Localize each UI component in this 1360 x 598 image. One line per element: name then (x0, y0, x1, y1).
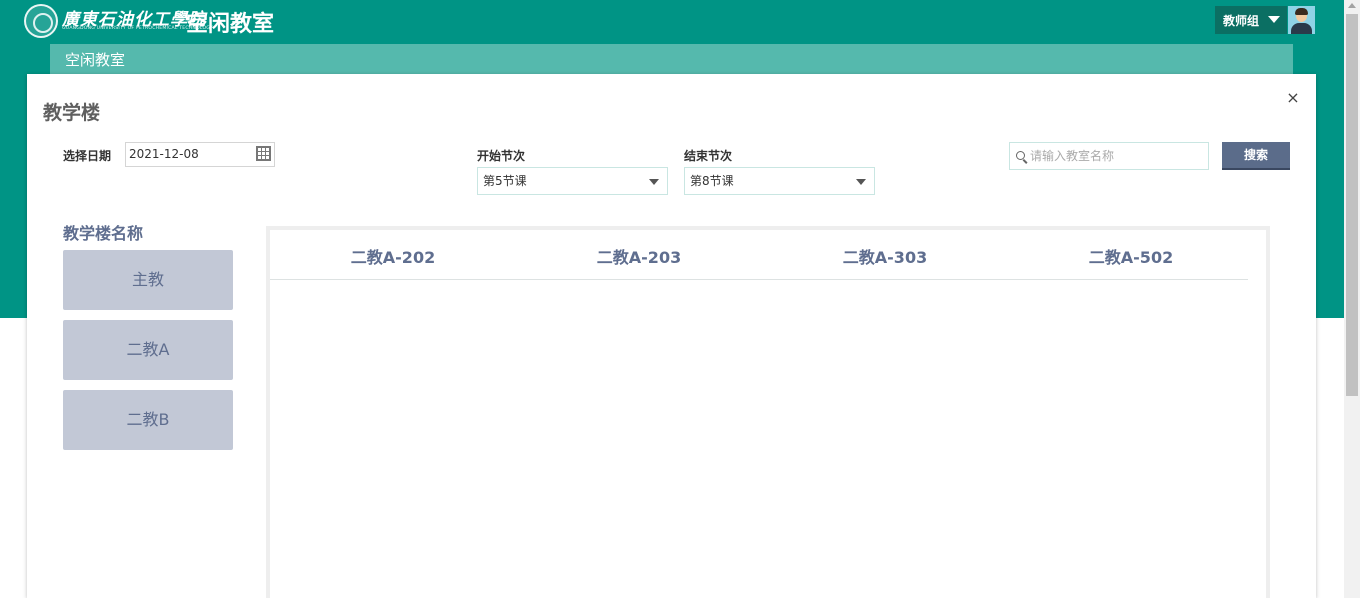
search-input[interactable] (1030, 144, 1202, 168)
close-icon[interactable]: × (1285, 90, 1301, 106)
start-period-value: 第5节课 (483, 174, 527, 188)
chevron-down-icon[interactable] (1268, 16, 1280, 23)
subnav-label[interactable]: 空闲教室 (65, 49, 125, 70)
start-period-select[interactable]: 第5节课 (477, 167, 668, 195)
scroll-thumb[interactable] (1346, 14, 1358, 396)
building-button-main[interactable]: 主教 (63, 250, 233, 310)
chevron-down-icon (649, 179, 659, 185)
calendar-icon[interactable] (256, 146, 271, 161)
top-bar: 廣東石油化工學院 GUANGDONG UNIVERSITY OF PETROCH… (0, 0, 1344, 42)
page-scrollbar[interactable] (1344, 0, 1360, 598)
avatar-body (1291, 23, 1312, 34)
chevron-down-icon (856, 179, 866, 185)
date-label: 选择日期 (63, 149, 112, 163)
subnav-bar: 空闲教室 (50, 44, 1293, 74)
logo-emblem-icon (24, 4, 58, 38)
search-button[interactable]: 搜索 (1222, 142, 1290, 170)
building-list-title: 教学楼名称 (63, 224, 144, 243)
end-period-select[interactable]: 第8节课 (684, 167, 875, 195)
user-name: 教师组 (1223, 13, 1260, 28)
building-button-2b[interactable]: 二教B (63, 390, 233, 450)
search-icon (1016, 151, 1025, 160)
building-button-2a[interactable]: 二教A (63, 320, 233, 380)
app-title: 空闲教室 (186, 12, 275, 37)
room-item[interactable]: 二教A-202 (270, 244, 516, 268)
room-list: 二教A-202 二教A-203 二教A-303 二教A-502 (266, 226, 1270, 598)
start-period-label: 开始节次 (477, 149, 526, 163)
scroll-up-icon[interactable] (1348, 3, 1356, 8)
avatar-hair (1295, 8, 1308, 15)
classroom-panel: 教学楼 × 选择日期 2021-12-08 开始节次 第5节课 结束节次 第8节… (27, 74, 1316, 598)
end-period-value: 第8节课 (690, 174, 734, 188)
end-period-label: 结束节次 (684, 149, 733, 163)
room-row: 二教A-202 二教A-203 二教A-303 二教A-502 (270, 230, 1248, 280)
search-box (1009, 142, 1209, 170)
room-item[interactable]: 二教A-203 (516, 244, 762, 268)
avatar[interactable] (1288, 6, 1315, 34)
panel-title: 教学楼 (43, 102, 101, 124)
room-item[interactable]: 二教A-303 (762, 244, 1008, 268)
room-item[interactable]: 二教A-502 (1008, 244, 1254, 268)
date-input[interactable]: 2021-12-08 (125, 142, 275, 167)
